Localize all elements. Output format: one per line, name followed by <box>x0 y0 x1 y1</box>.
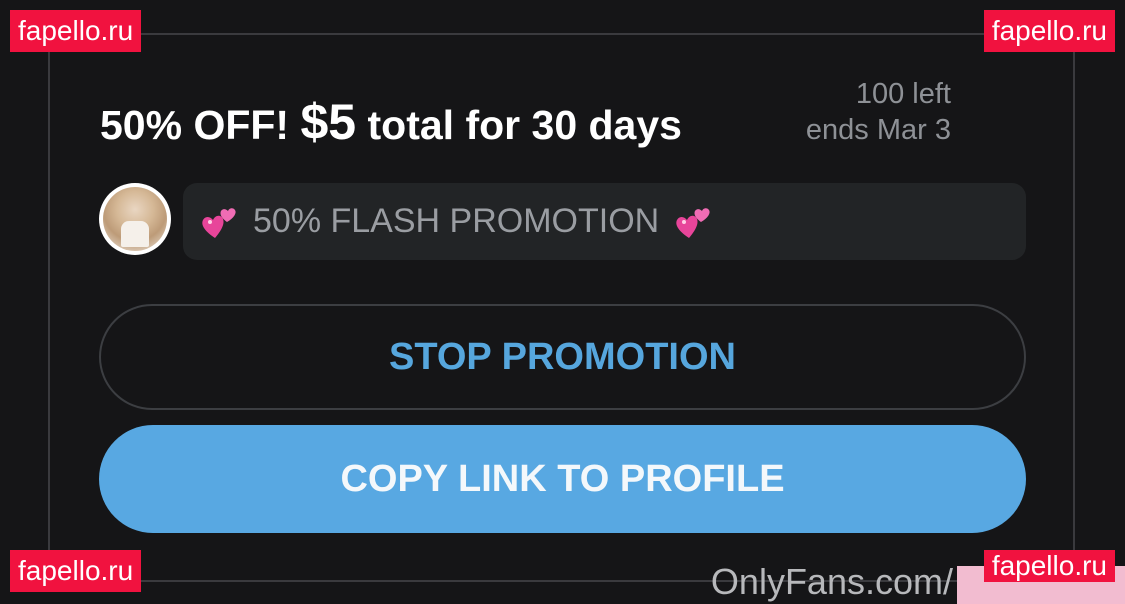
promotion-remaining: 100 left <box>855 78 951 110</box>
promotion-meta: 100 left ends Mar 3 <box>806 76 951 148</box>
copy-link-to-profile-button[interactable]: COPY LINK TO PROFILE <box>99 425 1026 533</box>
watermark-bottom-right: fapello.ru <box>983 550 1115 582</box>
promotion-title: 50% OFF! $5 total for 30 days <box>100 88 682 159</box>
two-hearts-icon <box>676 207 710 238</box>
avatar[interactable] <box>99 183 171 255</box>
two-hearts-icon <box>202 207 236 238</box>
watermark-top-right: fapello.ru <box>983 10 1115 52</box>
watermark-top-left: fapello.ru <box>10 10 142 52</box>
screenshot-stage: 50% OFF! $5 total for 30 days 100 left e… <box>0 0 1125 604</box>
stop-promotion-button[interactable]: STOP PROMOTION <box>99 304 1026 410</box>
watermark-bottom-left: fapello.ru <box>10 550 142 592</box>
promotion-end-date: ends Mar 3 <box>805 114 951 146</box>
promotion-message-text: 50% FLASH PROMOTION <box>253 202 660 240</box>
promotion-message: 50% FLASH PROMOTION <box>183 183 1026 260</box>
avatar-image <box>103 187 167 251</box>
onlyfans-watermark: OnlyFans.com/ <box>710 561 953 602</box>
promotion-price: $5 <box>300 94 357 150</box>
promotion-duration: total for 30 days <box>367 102 682 148</box>
promotion-discount: 50% OFF! <box>100 102 290 148</box>
